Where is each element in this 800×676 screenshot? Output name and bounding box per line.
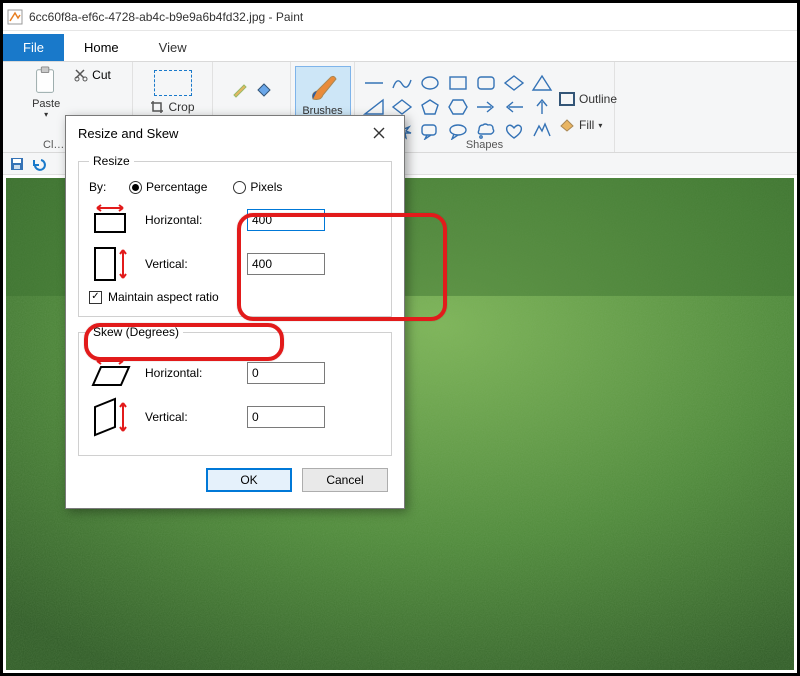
skew-vertical-label: Vertical:: [145, 410, 235, 424]
resize-skew-dialog: Resize and Skew Resize By: Percentage Pi…: [65, 115, 405, 509]
pencil-tool[interactable]: [231, 80, 249, 98]
resize-horizontal-icon: [89, 202, 133, 238]
cut-button[interactable]: Cut: [74, 66, 111, 84]
dialog-title: Resize and Skew: [78, 126, 178, 141]
resize-group: Resize By: Percentage Pixels Horizontal:: [78, 154, 392, 317]
outline-label: Outline: [579, 92, 617, 106]
outline-button[interactable]: Outline: [559, 92, 617, 106]
fill-label: Fill: [579, 118, 594, 132]
paint-app-icon: [7, 9, 23, 25]
maintain-aspect-checkbox[interactable]: ✓ Maintain aspect ratio: [89, 290, 381, 304]
cancel-button[interactable]: Cancel: [302, 468, 388, 492]
fill-tool[interactable]: [255, 80, 273, 98]
skew-vertical-input[interactable]: [247, 406, 325, 428]
chevron-down-icon: ▾: [44, 110, 48, 119]
resize-vertical-icon: [89, 246, 133, 282]
skew-group: Skew (Degrees) Horizontal: Vertical:: [78, 325, 392, 456]
resize-horizontal-label: Horizontal:: [145, 213, 235, 227]
outline-icon: [559, 92, 575, 106]
crop-icon: [150, 100, 164, 114]
undo-icon[interactable]: [31, 156, 47, 172]
skew-legend: Skew (Degrees): [89, 325, 183, 339]
close-icon: [373, 127, 385, 139]
percentage-label: Percentage: [146, 180, 207, 194]
close-button[interactable]: [362, 119, 396, 147]
resize-horizontal-input[interactable]: [247, 209, 325, 231]
radio-percentage[interactable]: Percentage: [129, 180, 207, 194]
skew-vertical-icon: [89, 399, 133, 435]
clipboard-group-label: Cl…: [43, 139, 64, 151]
resize-vertical-label: Vertical:: [145, 257, 235, 271]
bucket-icon: [559, 118, 575, 132]
ok-button[interactable]: OK: [206, 468, 292, 492]
paste-label: Paste: [32, 98, 60, 110]
scissors-icon: [74, 68, 88, 82]
resize-legend: Resize: [89, 154, 134, 168]
fill-button[interactable]: Fill ▾: [559, 118, 617, 132]
ribbon-tabs: File Home View: [3, 31, 797, 61]
shapes-group-label: Shapes: [466, 139, 503, 151]
cut-label: Cut: [92, 68, 111, 82]
tab-view[interactable]: View: [139, 34, 207, 61]
brush-icon: [307, 73, 339, 105]
crop-button[interactable]: Crop: [144, 98, 200, 116]
resize-vertical-input[interactable]: [247, 253, 325, 275]
select-tool[interactable]: [154, 70, 192, 96]
radio-pixels[interactable]: Pixels: [233, 180, 282, 194]
title-bar: 6cc60f8a-ef6c-4728-ab4c-b9e9a6b4fd32.jpg…: [3, 3, 797, 31]
skew-horizontal-input[interactable]: [247, 362, 325, 384]
skew-horizontal-label: Horizontal:: [145, 366, 235, 380]
crop-label: Crop: [168, 100, 194, 114]
pixels-label: Pixels: [250, 180, 282, 194]
by-label: By:: [89, 180, 129, 194]
tab-file[interactable]: File: [3, 34, 64, 61]
maintain-aspect-label: Maintain aspect ratio: [108, 290, 219, 304]
skew-horizontal-icon: [89, 355, 133, 391]
window-title: 6cc60f8a-ef6c-4728-ab4c-b9e9a6b4fd32.jpg…: [29, 10, 303, 24]
paste-button[interactable]: Paste ▾: [24, 66, 68, 119]
save-icon[interactable]: [9, 156, 25, 172]
tab-home[interactable]: Home: [64, 33, 139, 61]
chevron-down-icon: ▾: [598, 121, 602, 130]
